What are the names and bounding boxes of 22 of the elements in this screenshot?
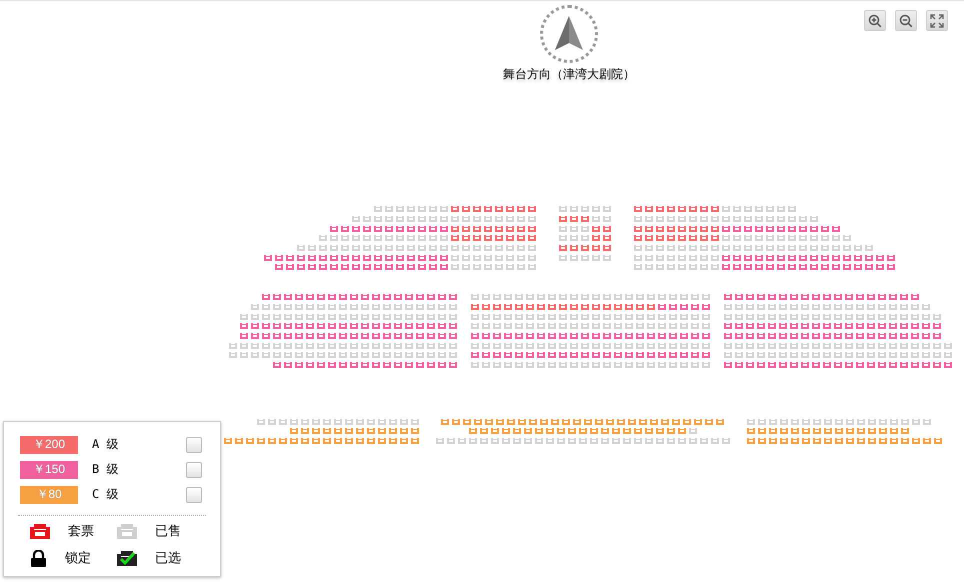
grade-label: B 级 bbox=[92, 461, 118, 478]
lock-icon bbox=[30, 550, 47, 566]
zoom-out-button[interactable] bbox=[895, 10, 917, 31]
checkbox[interactable] bbox=[186, 462, 202, 478]
checkbox[interactable] bbox=[186, 486, 202, 502]
grade-label: C 级 bbox=[92, 486, 118, 503]
status-label: 锁定 bbox=[65, 549, 91, 567]
zoom-in-icon bbox=[868, 14, 882, 28]
selected-seat-icon bbox=[117, 550, 137, 566]
zoom-out-icon bbox=[899, 14, 913, 28]
price-tag: ￥150 bbox=[20, 460, 78, 478]
status-label: 套票 bbox=[68, 522, 94, 540]
price-tag: ￥80 bbox=[20, 486, 78, 504]
grade-label: A 级 bbox=[92, 436, 118, 453]
stage-direction-label: 舞台方向（津湾大剧院） bbox=[503, 66, 635, 83]
checkbox[interactable] bbox=[186, 436, 202, 452]
price-tag: ￥200 bbox=[20, 436, 78, 454]
status-label: 已售 bbox=[155, 522, 181, 540]
zoom-in-button[interactable] bbox=[864, 10, 886, 31]
fullscreen-icon bbox=[930, 14, 944, 28]
fullscreen-button[interactable] bbox=[926, 10, 948, 31]
status-label: 已选 bbox=[155, 549, 181, 567]
